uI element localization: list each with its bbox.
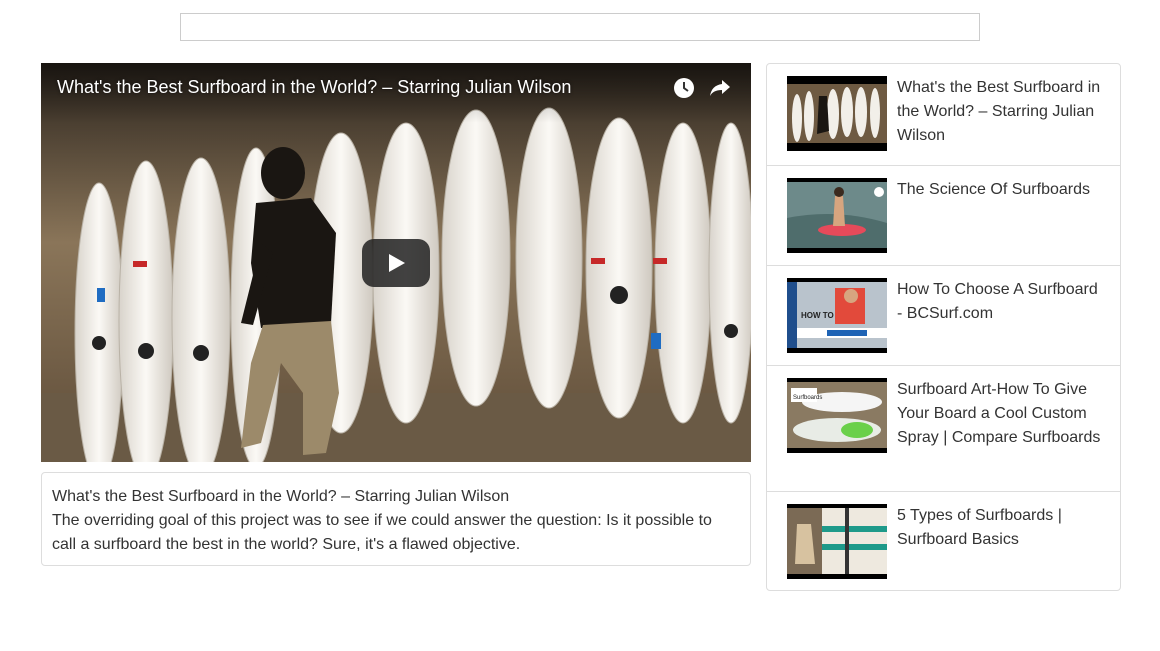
playlist-item[interactable]: What's the Best Surfboard in the World? … — [767, 64, 1120, 166]
play-icon — [389, 254, 405, 272]
video-thumbnail — [787, 178, 887, 253]
thumbnail-text: Surfboards — [793, 395, 822, 401]
share-arrow-icon[interactable] — [707, 75, 733, 101]
player-title[interactable]: What's the Best Surfboard in the World? … — [57, 77, 571, 98]
playlist-item-title: 5 Types of Surfboards | Surfboard Basics — [897, 507, 1062, 548]
video-thumbnail: Surfboards — [787, 378, 887, 453]
search-input[interactable] — [180, 13, 980, 41]
playlist: What's the Best Surfboard in the World? … — [766, 63, 1121, 591]
description-text: The overriding goal of this project was … — [52, 512, 712, 553]
video-description: What's the Best Surfboard in the World? … — [41, 472, 751, 566]
playlist-item-title: How To Choose A Surfboard - BCSurf.com — [897, 281, 1098, 322]
video-thumbnail — [787, 504, 887, 579]
video-thumbnail: HOW TO — [787, 278, 887, 353]
video-player[interactable]: What's the Best Surfboard in the World? … — [41, 63, 751, 462]
playlist-item-title: The Science Of Surfboards — [897, 181, 1090, 198]
playlist-item[interactable]: Surfboards Surfboard Art-How To Give You… — [767, 366, 1120, 492]
playlist-item[interactable]: The Science Of Surfboards — [767, 166, 1120, 266]
playlist-item[interactable]: HOW TO How To Choose A Surfboard - BCSur… — [767, 266, 1120, 366]
description-title: What's the Best Surfboard in the World? … — [52, 488, 510, 505]
playlist-item-title: Surfboard Art-How To Give Your Board a C… — [897, 381, 1101, 446]
playlist-item-title: What's the Best Surfboard in the World? … — [897, 79, 1101, 144]
video-thumbnail — [787, 76, 887, 151]
thumbnail-text: HOW TO — [801, 311, 834, 320]
play-button[interactable] — [362, 239, 430, 287]
playlist-item[interactable]: 5 Types of Surfboards | Surfboard Basics — [767, 492, 1120, 590]
clock-icon[interactable] — [671, 75, 697, 101]
